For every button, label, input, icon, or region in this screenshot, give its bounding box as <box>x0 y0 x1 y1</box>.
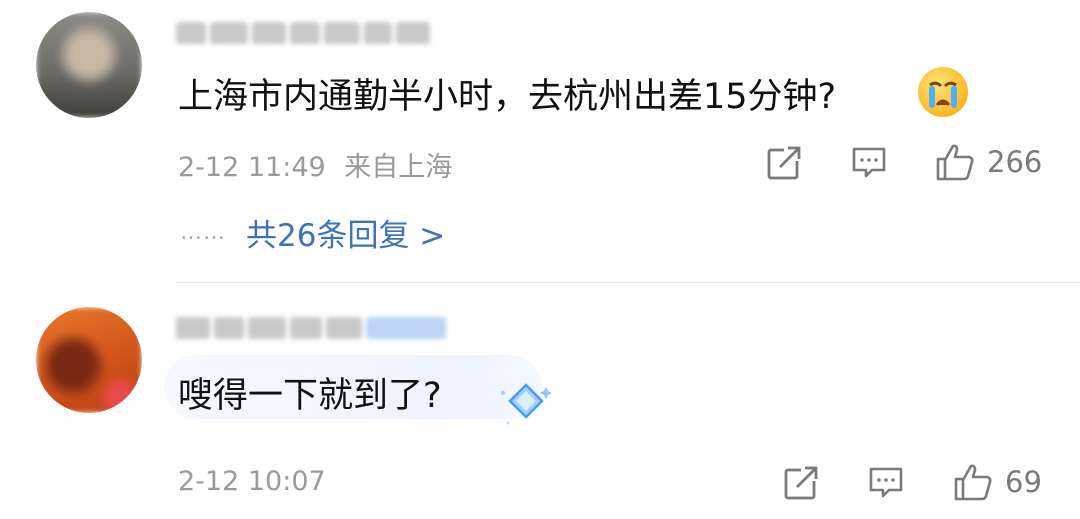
thumbs-up-icon <box>936 144 974 181</box>
like-count: 266 <box>987 145 1043 179</box>
thumbs-up-icon <box>954 464 992 501</box>
comment-date: 2-12 10:07 <box>178 466 326 497</box>
like-button[interactable]: 69 <box>953 462 1042 502</box>
reply-count-label: 共26条回复 > <box>246 218 446 254</box>
share-icon <box>767 146 801 180</box>
reply-dots: …… <box>180 220 226 245</box>
comment-text: 上海市内通勤半小时，去杭州出差15分钟? <box>178 77 837 117</box>
comment-text: 嗖得一下就到了? <box>178 376 442 416</box>
share-button[interactable] <box>783 465 819 501</box>
view-replies-link[interactable]: …… 共26条回复 > <box>180 210 445 255</box>
username-blurred[interactable] <box>176 311 446 345</box>
crying-face-emoji <box>918 67 968 117</box>
comment-icon <box>852 147 886 178</box>
comment-button[interactable] <box>868 466 904 500</box>
comment-meta: 2-12 10:07 <box>178 466 326 497</box>
comment-location: 来自上海 <box>344 152 453 183</box>
share-button[interactable] <box>766 145 802 181</box>
username-blurred[interactable] <box>176 16 430 50</box>
diamond-bubble-icon <box>494 381 558 433</box>
avatar[interactable] <box>36 12 142 118</box>
comment-date: 2-12 11:49 <box>178 152 326 183</box>
comment-icon <box>869 467 903 498</box>
like-count: 69 <box>1005 465 1042 499</box>
comment-meta: 2-12 11:49 来自上海 <box>178 145 452 184</box>
comment-button[interactable] <box>851 146 887 180</box>
share-icon <box>784 466 818 500</box>
comment-item: 嗖得一下就到了? 2-12 10:07 69 <box>0 283 1080 519</box>
comment-item: 上海市内通勤半小时，去杭州出差15分钟? 2-12 11:49 来自上海 266 <box>0 0 1080 282</box>
like-button[interactable]: 266 <box>935 142 1042 182</box>
avatar[interactable] <box>36 307 142 413</box>
